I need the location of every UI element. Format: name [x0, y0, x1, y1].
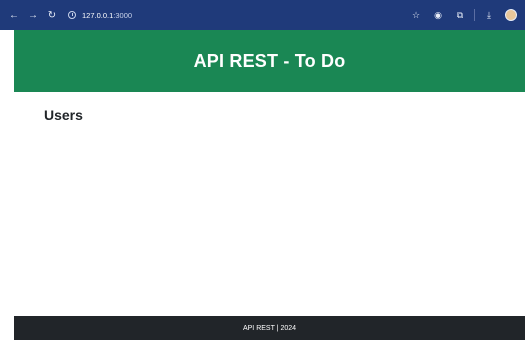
- camera-icon[interactable]: ◉: [430, 7, 446, 23]
- reload-icon[interactable]: ↻: [44, 7, 60, 23]
- profile-avatar-icon[interactable]: [503, 7, 519, 23]
- avatar: [505, 9, 517, 21]
- address-bar[interactable]: 127.0.0.1:3000: [68, 11, 132, 20]
- users-heading: Users: [44, 107, 83, 123]
- back-arrow-icon[interactable]: ←: [6, 7, 22, 23]
- forward-arrow-icon[interactable]: →: [25, 7, 41, 23]
- toolbar-divider: [474, 9, 475, 21]
- site-info-icon[interactable]: [68, 11, 76, 19]
- page-margin: [0, 30, 14, 340]
- url-host: 127.0.0.1: [82, 10, 114, 20]
- extensions-icon[interactable]: ⧉: [452, 7, 468, 23]
- browser-toolbar: ← → ↻ 127.0.0.1:3000 ☆ ◉ ⧉ ⤓: [0, 0, 525, 30]
- page-title: API REST - To Do: [193, 50, 346, 71]
- download-icon[interactable]: ⤓: [481, 7, 497, 23]
- app-header: API REST - To Do: [14, 30, 525, 92]
- app-footer: API REST | 2024: [14, 316, 525, 340]
- main-content: Users: [14, 92, 525, 316]
- star-icon[interactable]: ☆: [408, 7, 424, 23]
- footer-text: API REST | 2024: [242, 324, 297, 332]
- url-port: :3000: [113, 10, 133, 20]
